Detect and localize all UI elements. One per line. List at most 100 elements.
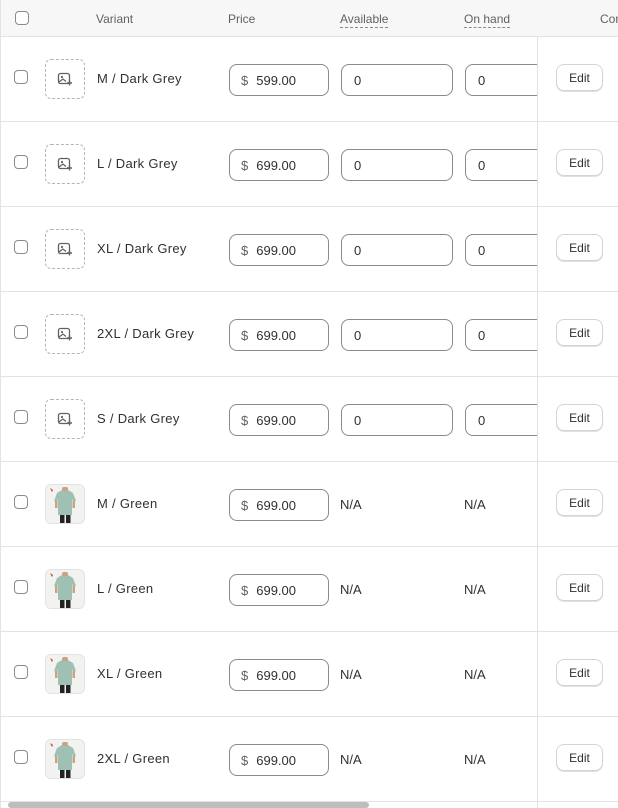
table-header: Variant Price Available On hand Cor — [1, 0, 618, 37]
price-value: 699.00 — [256, 582, 296, 598]
currency-symbol: $ — [241, 72, 249, 88]
horizontal-scrollbar[interactable] — [8, 802, 369, 808]
row-checkbox[interactable] — [14, 410, 28, 424]
variant-name[interactable]: 2XL / Dark Grey — [97, 326, 194, 341]
variant-image[interactable] — [45, 59, 85, 99]
variant-name[interactable]: S / Dark Grey — [97, 411, 180, 426]
available-input[interactable]: 0 — [341, 234, 453, 266]
available-value: N/A — [340, 667, 362, 682]
price-value: 599.00 — [256, 72, 296, 88]
table-row: XL / Green $ 699.00 N/A N/A Edit — [1, 632, 618, 717]
variant-image[interactable] — [45, 229, 85, 269]
edit-button[interactable]: Edit — [556, 234, 603, 261]
price-value: 699.00 — [256, 157, 296, 173]
header-price[interactable]: Price — [228, 12, 255, 26]
actions-cell: Edit — [538, 207, 618, 291]
variant-name[interactable]: L / Dark Grey — [97, 156, 178, 171]
table-row: S / Dark Grey $ 699.00 00 Edit — [1, 377, 618, 462]
row-checkbox[interactable] — [14, 495, 28, 509]
edit-button[interactable]: Edit — [556, 149, 603, 176]
variant-name[interactable]: XL / Dark Grey — [97, 241, 187, 256]
table-row: M / Green $ 699.00 N/A N/A Edit — [1, 462, 618, 547]
currency-symbol: $ — [241, 667, 249, 683]
edit-button[interactable]: Edit — [556, 64, 603, 91]
currency-symbol: $ — [241, 582, 249, 598]
price-input[interactable]: $ 699.00 — [229, 404, 329, 436]
actions-cell: Edit — [538, 292, 618, 376]
currency-symbol: $ — [241, 497, 249, 513]
price-value: 699.00 — [256, 667, 296, 683]
variant-image[interactable] — [45, 654, 85, 694]
edit-button[interactable]: Edit — [556, 744, 603, 771]
available-input[interactable]: 0 — [341, 404, 453, 436]
header-variant: Variant — [96, 12, 134, 26]
table-left-border — [0, 0, 1, 808]
actions-cell: Edit — [538, 462, 618, 546]
currency-symbol: $ — [241, 412, 249, 428]
header-on-hand[interactable]: On hand — [464, 12, 511, 28]
edit-button[interactable]: Edit — [556, 489, 603, 516]
table-row: M / Dark Grey $ 599.00 00 Edit — [1, 37, 618, 122]
currency-symbol: $ — [241, 242, 249, 258]
table-row: XL / Dark Grey $ 699.00 00 Edit — [1, 207, 618, 292]
row-checkbox[interactable] — [14, 70, 28, 84]
available-input[interactable]: 0 — [341, 149, 453, 181]
table-row: 2XL / Dark Grey $ 699.00 00 Edit — [1, 292, 618, 377]
variant-name[interactable]: M / Green — [97, 496, 158, 511]
price-value: 699.00 — [256, 242, 296, 258]
row-checkbox[interactable] — [14, 580, 28, 594]
price-input[interactable]: $ 699.00 — [229, 659, 329, 691]
variant-image[interactable] — [45, 314, 85, 354]
edit-button[interactable]: Edit — [556, 659, 603, 686]
add-image-icon — [57, 72, 72, 86]
edit-button[interactable]: Edit — [556, 574, 603, 601]
row-checkbox[interactable] — [14, 750, 28, 764]
variant-name[interactable]: 2XL / Green — [97, 751, 170, 766]
on-hand-value: N/A — [464, 497, 486, 512]
table-row: L / Dark Grey $ 699.00 00 Edit — [1, 122, 618, 207]
add-image-icon — [57, 242, 72, 256]
available-value: N/A — [340, 752, 362, 767]
variant-name[interactable]: M / Dark Grey — [97, 71, 182, 86]
price-input[interactable]: $ 699.00 — [229, 234, 329, 266]
shirt-photo-icon — [46, 740, 84, 778]
header-available[interactable]: Available — [340, 12, 389, 28]
edit-button[interactable]: Edit — [556, 404, 603, 431]
row-checkbox[interactable] — [14, 665, 28, 679]
available-input[interactable]: 0 — [341, 64, 453, 96]
table-row: 2XL / Green $ 699.00 N/A N/A Edit — [1, 717, 618, 802]
actions-cell: Edit — [538, 37, 618, 121]
price-input[interactable]: $ 699.00 — [229, 489, 329, 521]
add-image-icon — [57, 412, 72, 426]
row-checkbox[interactable] — [14, 325, 28, 339]
price-value: 699.00 — [256, 412, 296, 428]
available-input[interactable]: 0 — [341, 319, 453, 351]
variant-image[interactable] — [45, 739, 85, 779]
price-input[interactable]: $ 699.00 — [229, 149, 329, 181]
variant-image[interactable] — [45, 144, 85, 184]
add-image-icon — [57, 157, 72, 171]
price-input[interactable]: $ 699.00 — [229, 744, 329, 776]
variant-image[interactable] — [45, 484, 85, 524]
available-value: N/A — [340, 582, 362, 597]
on-hand-value: N/A — [464, 752, 486, 767]
price-input[interactable]: $ 699.00 — [229, 319, 329, 351]
variant-name[interactable]: XL / Green — [97, 666, 162, 681]
available-value: N/A — [340, 497, 362, 512]
sticky-column-divider — [537, 37, 538, 808]
currency-symbol: $ — [241, 327, 249, 343]
price-input[interactable]: $ 599.00 — [229, 64, 329, 96]
edit-button[interactable]: Edit — [556, 319, 603, 346]
variant-image[interactable] — [45, 569, 85, 609]
actions-cell: Edit — [538, 377, 618, 461]
shirt-photo-icon — [46, 655, 84, 693]
price-input[interactable]: $ 699.00 — [229, 574, 329, 606]
variant-name[interactable]: L / Green — [97, 581, 153, 596]
price-value: 699.00 — [256, 497, 296, 513]
currency-symbol: $ — [241, 157, 249, 173]
shirt-photo-icon — [46, 570, 84, 608]
row-checkbox[interactable] — [14, 240, 28, 254]
variant-image[interactable] — [45, 399, 85, 439]
row-checkbox[interactable] — [14, 155, 28, 169]
select-all-checkbox[interactable] — [15, 11, 29, 25]
